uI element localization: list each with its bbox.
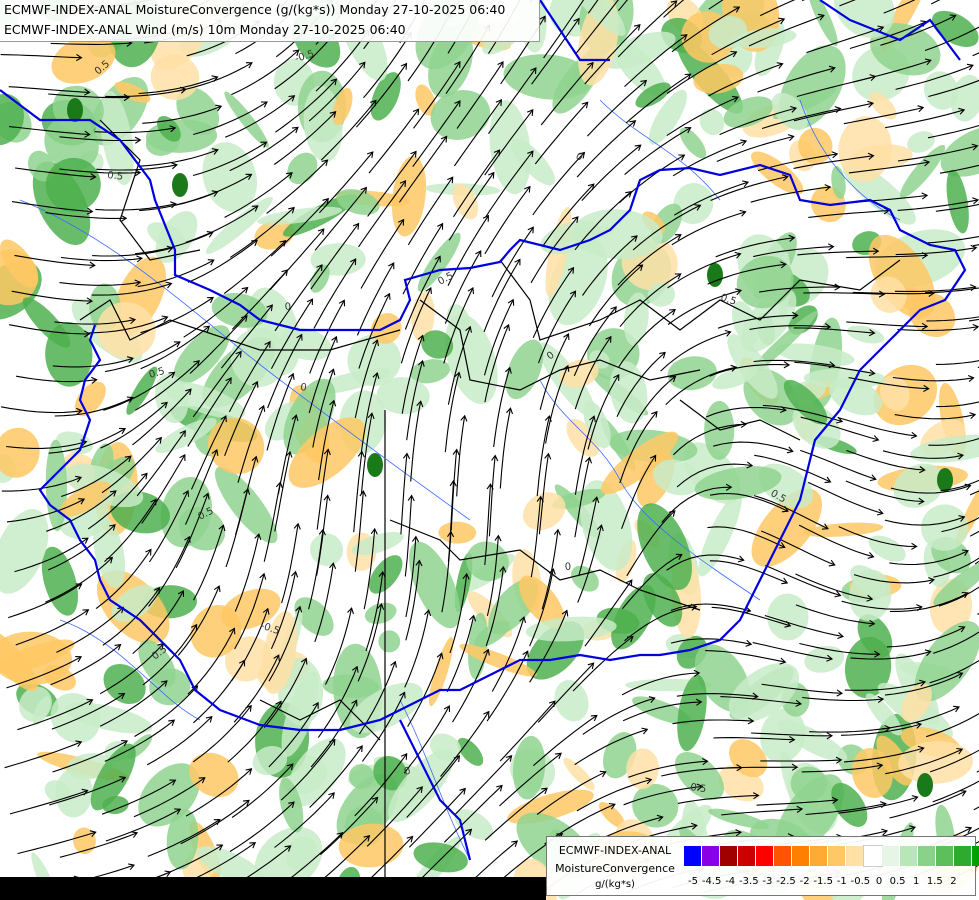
convergence-peak — [937, 468, 953, 492]
legend-swatch — [936, 846, 954, 866]
legend-swatch — [774, 846, 792, 866]
legend-swatch — [810, 846, 828, 866]
convergence-peak — [917, 773, 933, 797]
contour-label: 0 — [284, 301, 291, 313]
legend-tick-label: -3 — [762, 876, 773, 887]
legend-tick-label: -2.5 — [776, 876, 796, 887]
legend-model-label: ECMWF-INDEX-ANAL — [558, 844, 672, 857]
legend-tick-label: -1 — [836, 876, 847, 887]
legend-tick-label: -4.5 — [701, 876, 722, 887]
bottom-black-strip — [0, 877, 546, 900]
legend-tick-label: 1.5 — [926, 876, 943, 887]
legend-tick-label: 1 — [913, 876, 920, 887]
legend-swatch — [882, 846, 900, 866]
legend-tick-labels: -5 -4.5 -4 -3.5 -3 -2.5 -2 -1.5 -1 -0.5 0 0.5 1 1.5 2 — [684, 876, 974, 890]
legend-swatch — [702, 846, 720, 866]
legend-tick-label: -0.5 — [850, 876, 871, 887]
color-legend: ECMWF-INDEX-ANAL MoistureConvergence g/(… — [546, 836, 979, 896]
legend-unit-label: g/(kg*s) — [595, 879, 635, 890]
legend-tick-label: -4 — [725, 876, 736, 887]
contour-label: 0 — [564, 562, 571, 573]
convergence-peak — [367, 453, 383, 477]
legend-swatch — [863, 845, 883, 867]
convergence-peak — [172, 173, 188, 197]
legend-swatch — [792, 846, 810, 866]
contour-label: 0.5 — [107, 170, 124, 183]
weather-map: 0.5-0.50.500.50 0.500.500.50.50-0.50.500.… — [0, 0, 979, 900]
contour-label: 0.5 — [690, 782, 707, 795]
contour-label: 0 — [300, 382, 308, 394]
legend-parameter-label: MoistureConvergence — [555, 862, 675, 875]
legend-tick-label: 0 — [875, 876, 883, 887]
legend-swatch — [972, 846, 979, 866]
legend-tick-label: 2 — [950, 876, 957, 887]
legend-tick-label: -2 — [799, 876, 810, 887]
legend-swatch — [720, 846, 738, 866]
legend-tick-label: 0.5 — [889, 876, 906, 887]
legend-tick-label: -1.5 — [813, 876, 833, 887]
legend-swatch — [828, 846, 846, 866]
convergence-peak — [67, 98, 83, 122]
legend-swatch — [846, 846, 864, 866]
map-title-box: ECMWF-INDEX-ANAL MoistureConvergence (g/… — [0, 0, 540, 42]
legend-tick-label: -3.5 — [739, 876, 759, 887]
legend-swatch — [918, 846, 936, 866]
legend-swatch — [684, 846, 702, 866]
legend-tick-label: -5 — [688, 876, 698, 887]
legend-swatch — [738, 846, 756, 866]
legend-swatch — [900, 846, 918, 866]
legend-swatch — [756, 846, 774, 866]
title-line-wind: ECMWF-INDEX-ANAL Wind (m/s) 10m Monday 2… — [4, 22, 406, 37]
legend-color-scale — [684, 845, 979, 867]
title-line-moisture: ECMWF-INDEX-ANAL MoistureConvergence (g/… — [4, 2, 506, 17]
legend-swatch — [954, 846, 972, 866]
